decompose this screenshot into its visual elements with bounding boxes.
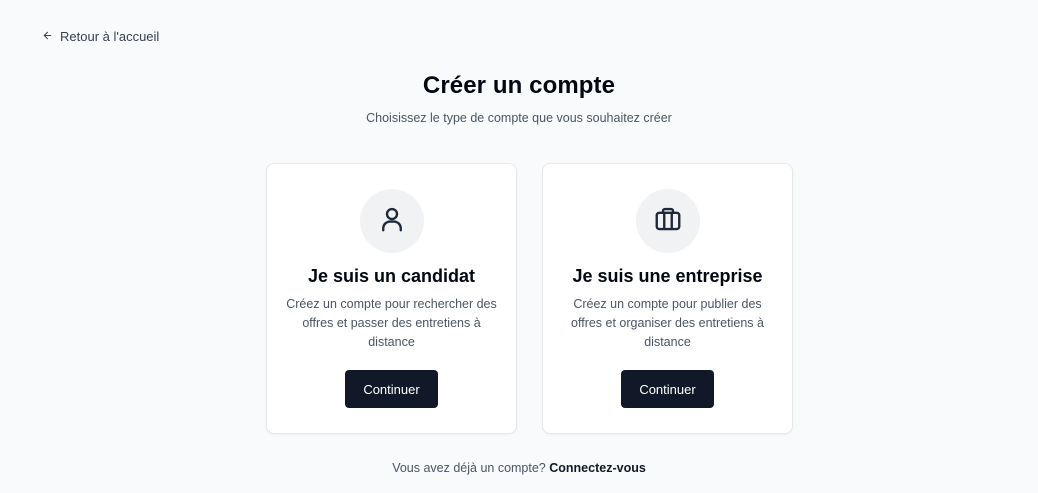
arrow-left-icon xyxy=(42,29,53,44)
page-title: Créer un compte xyxy=(422,72,616,99)
page-subtitle: Choisissez le type de compte que vous so… xyxy=(366,111,672,125)
user-icon xyxy=(377,204,407,239)
login-prompt-text: Vous avez déjà un compte? xyxy=(392,461,546,475)
company-icon-circle xyxy=(635,189,700,253)
candidate-card: Je suis un candidat Créez un compte pour… xyxy=(266,163,517,434)
back-to-home-link[interactable]: Retour à l'accueil xyxy=(42,29,159,44)
company-continue-button[interactable]: Continuer xyxy=(621,370,714,408)
login-link[interactable]: Connectez-vous xyxy=(549,461,646,475)
company-card-description: Créez un compte pour publier des offres … xyxy=(571,297,764,349)
candidate-card-description: Créez un compte pour rechercher des offr… xyxy=(286,297,497,349)
back-link-label: Retour à l'accueil xyxy=(60,29,160,44)
candidate-card-title: Je suis un candidat xyxy=(307,266,476,286)
login-prompt: Vous avez déjà un compte? Connectez-vous xyxy=(0,461,1038,475)
briefcase-icon xyxy=(653,204,683,239)
company-card: Je suis une entreprise Créez un compte p… xyxy=(542,163,793,434)
company-card-title: Je suis une entreprise xyxy=(572,266,763,286)
candidate-continue-button[interactable]: Continuer xyxy=(345,370,438,408)
page-header: Créer un compte Choisissez le type de co… xyxy=(0,72,1038,125)
candidate-icon-circle xyxy=(359,189,424,253)
